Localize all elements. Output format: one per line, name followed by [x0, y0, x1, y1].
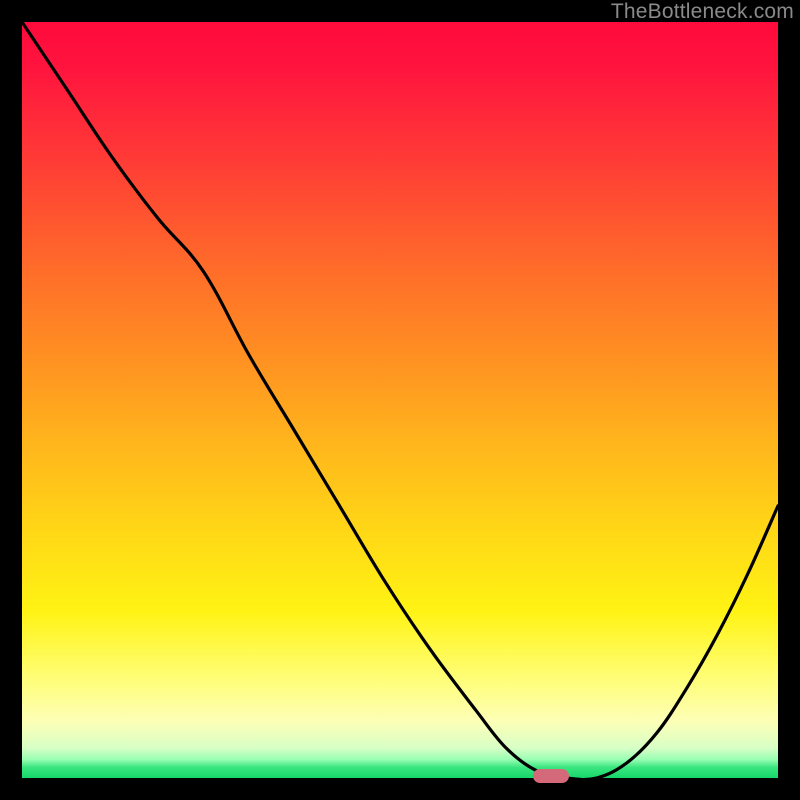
watermark-text: TheBottleneck.com — [611, 0, 794, 24]
optimum-marker — [533, 769, 569, 783]
chart-frame — [22, 22, 778, 778]
bottleneck-curve — [22, 22, 778, 778]
